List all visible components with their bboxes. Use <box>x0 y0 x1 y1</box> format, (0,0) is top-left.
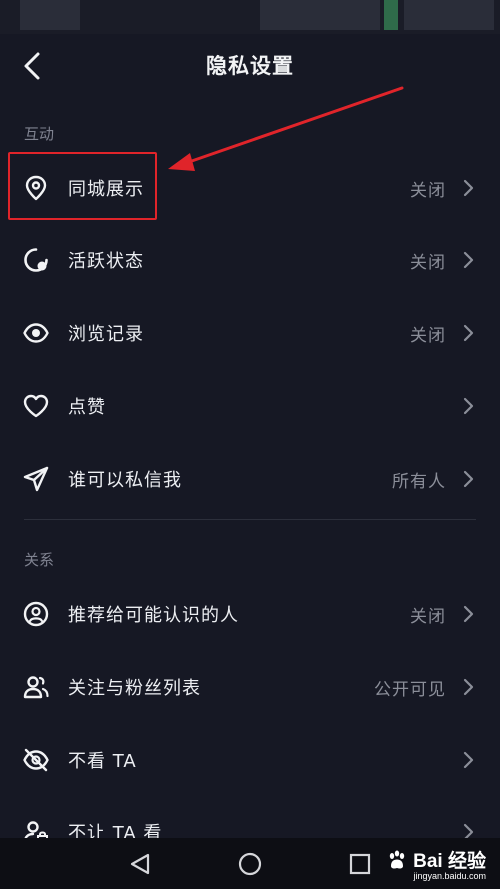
page-title: 隐私设置 <box>206 54 294 78</box>
eye-icon <box>23 323 49 343</box>
row-browsing-history[interactable]: 浏览记录 关闭 <box>0 303 500 361</box>
row-label: 点赞 <box>68 397 106 418</box>
status-blur-battery <box>384 0 398 30</box>
watermark-url: jingyan.baidu.com <box>413 871 486 881</box>
section-label-relationship: 关系 <box>24 551 55 569</box>
status-blur-right <box>404 0 494 30</box>
system-navigation-bar: Bai 经验 jingyan.baidu.com <box>0 838 500 889</box>
users-icon <box>23 676 49 699</box>
row-label: 不看 TA <box>68 751 137 772</box>
row-label: 关注与粉丝列表 <box>68 678 201 699</box>
row-value: 关闭 <box>410 607 446 627</box>
activity-status-icon <box>24 248 48 272</box>
row-likes[interactable]: 点赞 <box>0 376 500 434</box>
annotation-highlight-box <box>8 152 157 220</box>
heart-icon <box>23 394 49 418</box>
chevron-right-icon <box>463 397 474 415</box>
row-value: 所有人 <box>392 472 446 492</box>
nav-home-icon[interactable] <box>234 848 266 880</box>
row-following-followers-list[interactable]: 关注与粉丝列表 公开可见 <box>0 657 500 715</box>
section-divider <box>24 519 476 520</box>
row-value: 公开可见 <box>374 680 446 700</box>
status-bar <box>0 0 500 34</box>
user-circle-icon <box>23 601 49 627</box>
chevron-right-icon <box>463 605 474 623</box>
row-recommend-to-acquaintances[interactable]: 推荐给可能认识的人 关闭 <box>0 584 500 642</box>
row-value: 关闭 <box>410 181 446 201</box>
status-blur-mid <box>260 0 380 30</box>
baidu-jingyan-watermark: Bai 经验 jingyan.baidu.com <box>386 846 486 881</box>
row-value: 关闭 <box>410 253 446 273</box>
chevron-right-icon <box>463 678 474 696</box>
row-who-can-message[interactable]: 谁可以私信我 所有人 <box>0 449 500 507</box>
row-hide-their-content[interactable]: 不看 TA <box>0 730 500 788</box>
section-label-interaction: 互动 <box>24 125 55 143</box>
chevron-right-icon <box>463 751 474 769</box>
status-blur-left <box>20 0 80 30</box>
row-activity-status[interactable]: 活跃状态 关闭 <box>0 230 500 288</box>
chevron-right-icon <box>463 470 474 488</box>
paper-plane-icon <box>23 466 49 492</box>
nav-recents-icon[interactable] <box>344 848 376 880</box>
chevron-right-icon <box>463 179 474 197</box>
baidu-paw-logo <box>389 850 405 869</box>
nav-back-icon[interactable] <box>124 848 156 880</box>
row-label: 谁可以私信我 <box>68 470 182 491</box>
chevron-right-icon <box>463 324 474 342</box>
row-value: 关闭 <box>410 326 446 346</box>
navigation-bar: 隐私设置 <box>0 34 500 96</box>
row-label: 推荐给可能认识的人 <box>68 605 239 626</box>
watermark-brand: Bai 经验 <box>413 851 486 872</box>
row-label: 活跃状态 <box>68 251 144 272</box>
eye-off-icon <box>23 748 49 772</box>
chevron-right-icon <box>463 251 474 269</box>
row-label: 浏览记录 <box>68 324 144 345</box>
